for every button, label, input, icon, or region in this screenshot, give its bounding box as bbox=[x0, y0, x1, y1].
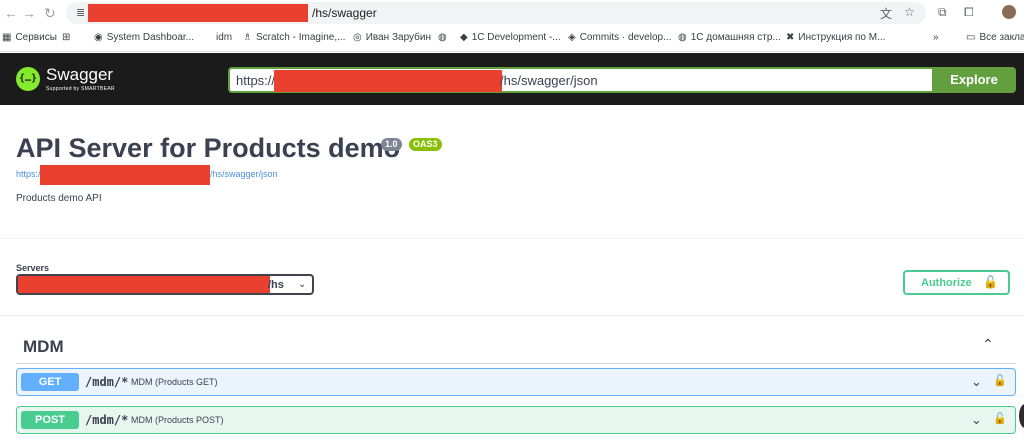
unlock-icon: 🔓 bbox=[983, 275, 998, 289]
bookmark-globe[interactable]: ◍ bbox=[438, 32, 447, 43]
extensions-puzzle-icon[interactable]: ⧠ bbox=[964, 5, 974, 20]
site-info-icon[interactable]: ≣ bbox=[76, 6, 85, 19]
spec-url-input[interactable]: https:// /hs/swagger/json bbox=[228, 67, 932, 93]
chevron-down-icon[interactable]: ⌄ bbox=[971, 374, 982, 390]
redacted-host bbox=[40, 165, 210, 185]
servers-selected-value: /hs bbox=[268, 279, 284, 291]
globe-icon: ◍ bbox=[678, 32, 687, 43]
folder-icon: ▭ bbox=[966, 32, 976, 43]
translate-icon[interactable]: 文 bbox=[880, 5, 892, 22]
lock-icon[interactable]: 🔓 bbox=[993, 374, 1007, 387]
logo-name: Swagger bbox=[46, 65, 114, 84]
oas-badge: OAS3 bbox=[409, 138, 442, 151]
opblock-get[interactable]: GET /mdm/* MDM (Products GET) ⌄ 🔓 bbox=[16, 368, 1016, 396]
scroll-button[interactable] bbox=[1019, 404, 1024, 428]
op-summary: MDM (Products POST) bbox=[131, 415, 224, 425]
forward-icon[interactable]: → bbox=[22, 5, 36, 21]
extension-icon[interactable]: ⧉ bbox=[938, 5, 947, 20]
bookmarks-overflow[interactable]: » bbox=[933, 32, 939, 43]
op-path: /mdm/* bbox=[85, 413, 129, 427]
redacted-host bbox=[18, 276, 270, 293]
bookmark-services[interactable]: ▦ Сервисы bbox=[2, 32, 57, 43]
chevron-down-icon[interactable]: ⌄ bbox=[971, 412, 982, 428]
spec-link-prefix[interactable]: https:/ bbox=[16, 169, 41, 179]
dashboard-icon: ◉ bbox=[94, 32, 103, 43]
url-text: /hs/swagger bbox=[312, 6, 377, 20]
swagger-topbar: {…} Swagger Supported by SMARTBEAR https… bbox=[0, 53, 1024, 105]
globe-icon: ◍ bbox=[438, 32, 447, 43]
op-path: /mdm/* bbox=[85, 375, 129, 389]
scratch-icon: ♗ bbox=[243, 32, 252, 43]
bookmark-ivan[interactable]: ◎ Иван Зарубин bbox=[353, 32, 431, 43]
tag-mdm-header[interactable]: MDM ⌃ bbox=[16, 326, 1016, 364]
api-description: Products demo API bbox=[16, 193, 102, 204]
bookmark-1c-development[interactable]: ◆ 1C Development -... bbox=[460, 32, 561, 43]
logo-sub: Supported by SMARTBEAR bbox=[46, 86, 115, 92]
avatar[interactable] bbox=[1002, 5, 1016, 19]
apps-icon: ▦ bbox=[2, 32, 12, 43]
explore-button[interactable]: Explore bbox=[932, 67, 1016, 93]
bookmark-instruction[interactable]: ✖ Инструкция по M... bbox=[786, 32, 885, 43]
lock-icon[interactable]: 🔓 bbox=[993, 412, 1007, 425]
authorize-button[interactable]: Authorize 🔓 bbox=[903, 270, 1010, 295]
spec-link-suffix[interactable]: /hs/swagger/json bbox=[210, 169, 278, 179]
version-badge: 1.0 bbox=[381, 138, 402, 151]
servers-select[interactable]: /hs ⌄ bbox=[16, 274, 314, 295]
tag-name: MDM bbox=[23, 337, 64, 356]
bookmark-all[interactable]: ▭ Все закла bbox=[966, 32, 1024, 43]
jira-icon: ◆ bbox=[460, 32, 468, 43]
grid-icon: ⊞ bbox=[62, 32, 71, 43]
confluence-icon: ✖ bbox=[786, 32, 795, 43]
gitlab-icon: ◈ bbox=[568, 32, 576, 43]
spec-url-prefix: https:// bbox=[236, 73, 276, 88]
bookmark-1c-home[interactable]: ◍ 1С домашняя стр... bbox=[678, 32, 781, 43]
method-badge: GET bbox=[21, 373, 79, 391]
profile-icon: ◎ bbox=[353, 32, 362, 43]
redacted-host bbox=[274, 70, 502, 92]
bookmark-grid[interactable]: ⊞ bbox=[62, 32, 70, 43]
bookmark-commits[interactable]: ◈ Commits · develop... bbox=[568, 32, 671, 43]
scheme-container: Servers /hs ⌄ Authorize 🔓 bbox=[0, 238, 1024, 316]
swagger-logo-icon[interactable]: {…} bbox=[16, 67, 40, 91]
method-badge: POST bbox=[21, 411, 79, 429]
back-icon[interactable]: ← bbox=[4, 5, 18, 21]
bookmark-idm[interactable]: idm bbox=[216, 32, 232, 43]
spec-url-suffix: /hs/swagger/json bbox=[500, 73, 598, 88]
opblock-post[interactable]: POST /mdm/* MDM (Products POST) ⌄ 🔓 bbox=[16, 406, 1016, 434]
page-title: API Server for Products demo bbox=[16, 133, 401, 163]
address-bar[interactable]: ≣ /hs/swagger 文 ☆ bbox=[66, 2, 926, 24]
redacted-host bbox=[88, 4, 308, 22]
chevron-double-right-icon: » bbox=[933, 32, 939, 43]
bookmark-system-dashboard[interactable]: ◉ System Dashboar... bbox=[94, 32, 194, 43]
op-summary: MDM (Products GET) bbox=[131, 377, 218, 387]
servers-label: Servers bbox=[16, 263, 50, 273]
bookmarks-bar: ▦ Сервисы ⊞ ◉ System Dashboar... idm ♗ Scra… bbox=[0, 26, 1024, 52]
reload-icon[interactable]: ↻ bbox=[44, 5, 56, 21]
chevron-up-icon[interactable]: ⌃ bbox=[982, 336, 994, 353]
chevron-down-icon: ⌄ bbox=[298, 279, 307, 290]
bookmark-star-icon[interactable]: ☆ bbox=[904, 5, 915, 19]
browser-toolbar: ← → ↻ ≣ /hs/swagger 文 ☆ ⧉ ⧠ bbox=[0, 0, 1024, 26]
bookmark-scratch[interactable]: ♗ Scratch - Imagine,... bbox=[243, 32, 345, 43]
